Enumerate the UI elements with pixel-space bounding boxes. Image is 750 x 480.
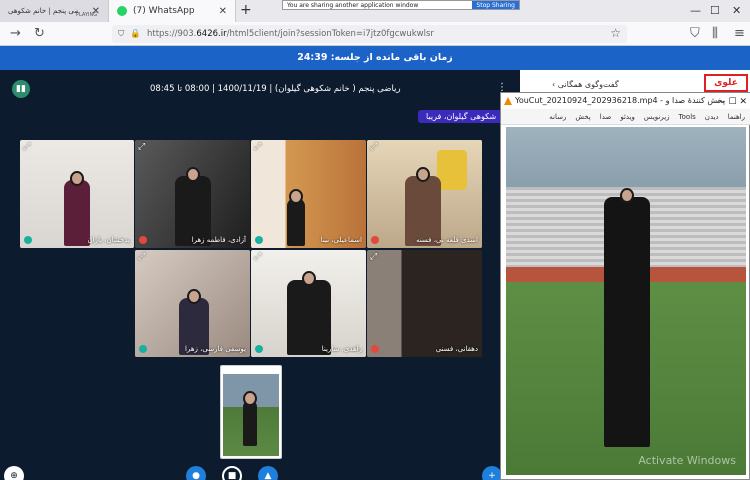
menu-item[interactable]: صدا	[600, 113, 612, 121]
expand-icon[interactable]: ⤢	[370, 142, 377, 152]
whatsapp-icon	[117, 6, 127, 16]
stop-sharing-button[interactable]: Stop Sharing	[472, 1, 519, 9]
browser-nav-bar: → ↻ ⛉ 🔒 https://903.6426.ir/html5client/…	[0, 22, 750, 46]
participant-name: بدخشان، یاران	[87, 236, 131, 244]
video-tile[interactable]: ⤢ اسماعیلی، نینا	[251, 140, 366, 248]
participant-name: زاهدی، سارینا	[321, 345, 362, 353]
browser-tab-bar: کلاس ریاضی پنجم | خانم شکوهی PLAYING ✕ (…	[0, 0, 750, 22]
lock-icon: 🔒	[130, 29, 141, 39]
maximize-icon[interactable]: ☐	[710, 4, 720, 17]
participant-name: آزادی، فاطمه زهرا	[191, 236, 246, 244]
site-logo: علوی	[704, 74, 748, 92]
screen-share-button[interactable]: ▲	[258, 466, 278, 480]
video-tile[interactable]: ⤢ یوسفی فارسی، زهرا	[135, 250, 250, 357]
tab-meeting[interactable]: کلاس ریاضی پنجم | خانم شکوهی PLAYING ✕	[0, 0, 108, 22]
participant-name: اسماعیلی، نینا	[320, 236, 362, 244]
window-controls[interactable]: — ☐ ✕	[717, 94, 747, 109]
public-chat-header[interactable]: ‹ گفت‌وگوی همگانی	[552, 80, 619, 89]
session-title: ریاضی پنجم ( خانم شکوهی گیلوان) | 1400/1…	[150, 84, 401, 94]
expand-icon[interactable]: ⤢	[370, 252, 377, 262]
menu-item[interactable]: ویدئو	[620, 113, 635, 121]
menu-icon[interactable]: ≡	[734, 26, 745, 41]
video-tile[interactable]: ⤢ اسدی قلعه نی، فسنه	[367, 140, 482, 248]
player-title: YouCut_20210924_202936218.mp4 - پخش کنند…	[515, 96, 725, 105]
menu-item[interactable]: Tools	[679, 113, 696, 121]
video-tile[interactable]: ⤢ آزادی، فاطمه زهرا	[135, 140, 250, 248]
pocket-icon[interactable]: ⛉	[690, 26, 700, 41]
stats-icon[interactable]: ▮▮	[12, 80, 30, 98]
tab-whatsapp[interactable]: (7) WhatsApp ✕	[108, 0, 236, 22]
microphone-icon	[371, 236, 379, 244]
player-title-bar: YouCut_20210924_202936218.mp4 - پخش کنند…	[501, 93, 750, 109]
library-icon[interactable]: ⫼	[712, 26, 718, 41]
address-bar[interactable]: ⛉ 🔒 https://903.6426.ir/html5client/join…	[112, 25, 627, 43]
menu-item[interactable]: رسانه	[549, 113, 566, 121]
video-tile[interactable]: ⤢ دهقانی، فسنی	[367, 250, 482, 357]
remaining-time-banner: زمان باقی مانده از جلسه: 24:39	[0, 46, 750, 70]
player-menu-bar: راهنما دیدن Tools زیرنویس ویدئو صدا پخش …	[501, 109, 750, 125]
player-video[interactable]: Activate Windows	[506, 127, 746, 475]
participant-name: یوسفی فارسی، زهرا	[185, 345, 246, 353]
media-player-window[interactable]: YouCut_20210924_202936218.mp4 - پخش کنند…	[500, 92, 750, 480]
sharing-notice-text: You are sharing another application wind…	[287, 1, 419, 9]
camera-button[interactable]: ■	[222, 466, 242, 480]
video-tile[interactable]: ⤢ زاهدی، سارینا	[251, 250, 366, 357]
activate-windows-watermark: Activate Windows	[638, 454, 736, 467]
shield-icon: ⛉	[118, 29, 125, 39]
close-icon[interactable]: ✕	[219, 6, 227, 17]
reload-icon[interactable]: ↻	[34, 26, 45, 41]
microphone-icon	[371, 345, 379, 353]
presenter-label: شکوهی گیلوان، فریبا	[418, 110, 505, 123]
expand-icon[interactable]: ⤢	[138, 252, 145, 262]
microphone-button[interactable]: ●	[186, 466, 206, 480]
menu-item[interactable]: دیدن	[705, 113, 719, 121]
menu-item[interactable]: زیرنویس	[644, 113, 670, 121]
participant-figure	[64, 180, 90, 246]
tab-playing-label: PLAYING	[76, 12, 98, 18]
new-tab-icon[interactable]: +	[240, 2, 252, 18]
tab-whatsapp-title: (7) WhatsApp	[133, 6, 195, 16]
microphone-icon	[139, 236, 147, 244]
instructor-figure	[604, 197, 650, 447]
menu-item[interactable]: پخش	[575, 113, 590, 121]
sharing-notice-bar: You are sharing another application wind…	[282, 0, 520, 10]
expand-icon[interactable]: ⤢	[254, 142, 261, 152]
video-tile[interactable]: ⤢ بدخشان، یاران	[20, 140, 134, 248]
microphone-icon	[255, 345, 263, 353]
meeting-main-area: ▮▮ ریاضی پنجم ( خانم شکوهی گیلوان) | 140…	[0, 70, 520, 480]
tab-meeting-title: کلاس ریاضی پنجم | خانم شکوهی	[8, 7, 78, 15]
participant-name: دهقانی، فسنی	[435, 345, 478, 353]
participant-name: اسدی قلعه نی، فسنه	[416, 236, 478, 244]
participant-figure	[243, 400, 257, 446]
microphone-icon	[24, 236, 32, 244]
expand-icon[interactable]: ⤢	[23, 142, 30, 152]
menu-item[interactable]: راهنما	[728, 113, 745, 121]
expand-icon[interactable]: ⤢	[254, 252, 261, 262]
close-window-icon[interactable]: ✕	[732, 4, 741, 17]
bookmark-star-icon[interactable]: ☆	[610, 26, 621, 40]
minimize-icon[interactable]: —	[690, 4, 701, 17]
participant-figure	[287, 280, 331, 355]
url-text: https://903.6426.ir/html5client/join?ses…	[146, 29, 434, 39]
microphone-icon	[255, 236, 263, 244]
player-cone-icon	[504, 97, 512, 105]
expand-icon[interactable]: ⤢	[138, 142, 145, 152]
participant-figure	[287, 198, 305, 246]
back-arrow-icon[interactable]: →	[10, 26, 21, 41]
options-button[interactable]: ⊕	[4, 466, 24, 480]
microphone-icon	[139, 345, 147, 353]
actions-button[interactable]: +	[482, 466, 502, 480]
screen-share-thumbnail[interactable]	[220, 365, 282, 459]
